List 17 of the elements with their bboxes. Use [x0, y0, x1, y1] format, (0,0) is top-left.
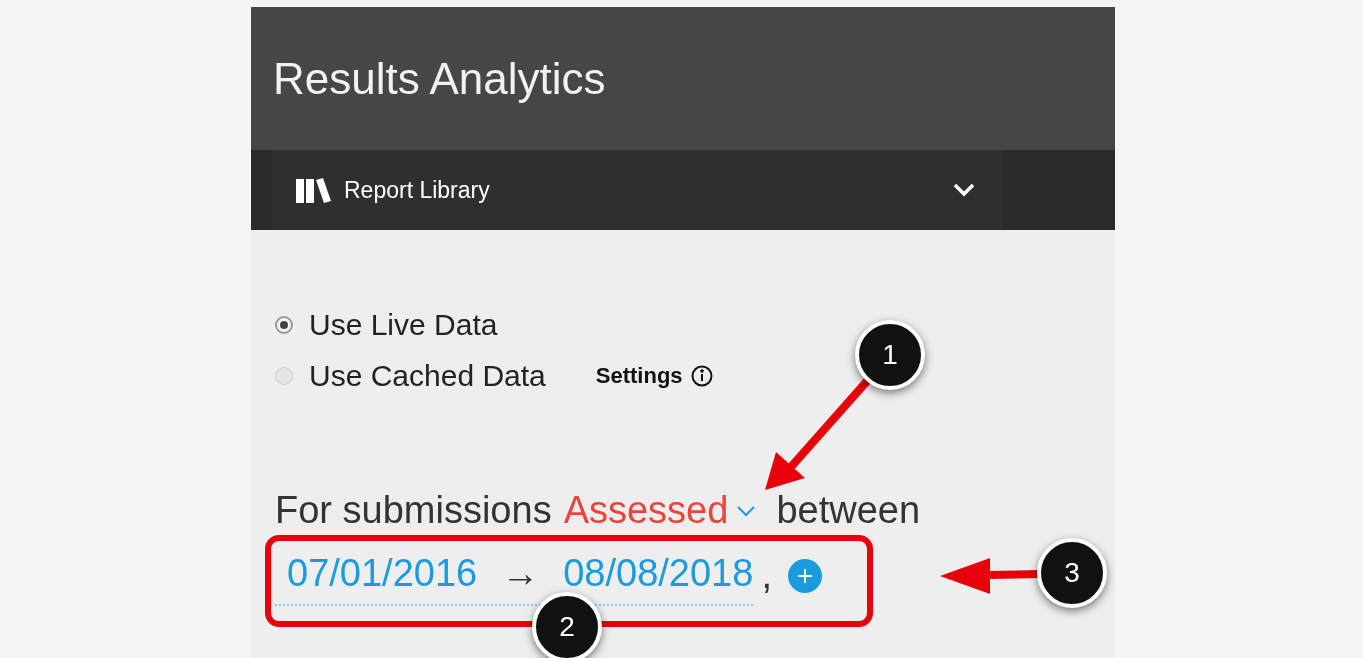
radio-button[interactable] [275, 315, 293, 334]
settings-link[interactable]: Settings [595, 359, 713, 392]
filter-suffix: between [776, 488, 921, 533]
filter-prefix: For submissions [275, 488, 552, 533]
radio-button[interactable] [275, 366, 293, 385]
chevron-down-icon [953, 183, 975, 197]
radio-label: Use Cached Data [309, 358, 546, 394]
info-icon [690, 364, 713, 387]
books-icon [296, 177, 332, 203]
report-library-dropdown[interactable]: Report Library [272, 150, 1003, 230]
chevron-down-icon [736, 504, 757, 517]
separator-comma: , [761, 553, 772, 598]
add-button[interactable] [787, 558, 822, 593]
plus-icon [796, 567, 813, 584]
radio-label: Use Live Data [309, 307, 498, 343]
app-title: Results Analytics [273, 52, 606, 105]
start-date: 07/01/2016 [287, 551, 478, 596]
